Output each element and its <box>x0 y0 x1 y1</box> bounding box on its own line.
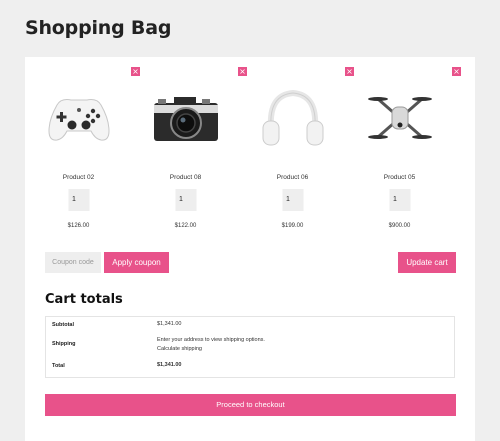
page-title: Shopping Bag <box>25 17 172 39</box>
product-card: × Product 02 1 $126.00 <box>25 57 140 237</box>
shipping-text: Enter your address to view shipping opti… <box>157 337 265 343</box>
quantity-input[interactable]: 1 <box>282 189 303 211</box>
game-controller-icon <box>47 99 110 141</box>
product-price: $122.00 <box>174 223 197 229</box>
quantity-input[interactable]: 1 <box>68 189 89 211</box>
total-value: $1,341.00 <box>157 362 182 368</box>
subtotal-value: $1,341.00 <box>157 321 182 327</box>
remove-item-button[interactable]: × <box>452 67 461 76</box>
shipping-label: Shipping <box>52 341 76 347</box>
calculate-shipping-link[interactable]: Calculate shipping <box>157 345 202 354</box>
product-name[interactable]: Product 06 <box>239 174 346 181</box>
product-price: $199.00 <box>281 223 304 229</box>
cart-card: × Product 02 1 $126.00 × Product 08 1 $1… <box>25 57 475 441</box>
quantity-input[interactable]: 1 <box>175 189 196 211</box>
coupon-code-input[interactable]: Coupon code <box>45 252 101 273</box>
total-label: Total <box>52 363 65 369</box>
quantity-input[interactable]: 1 <box>389 189 410 211</box>
product-price: $900.00 <box>388 223 411 229</box>
product-price: $126.00 <box>67 223 90 229</box>
product-name[interactable]: Product 02 <box>25 174 132 181</box>
drone-icon <box>367 97 432 139</box>
product-card: × Product 05 1 $900.00 <box>346 57 461 237</box>
product-name[interactable]: Product 05 <box>346 174 453 181</box>
proceed-to-checkout-button[interactable]: Proceed to checkout <box>45 394 456 416</box>
product-card: × Product 08 1 $122.00 <box>132 57 247 237</box>
cart-totals-title: Cart totals <box>45 292 123 307</box>
product-name[interactable]: Product 08 <box>132 174 239 181</box>
cart-totals-table: Subtotal $1,341.00 Shipping Enter your a… <box>45 316 455 378</box>
apply-coupon-button[interactable]: Apply coupon <box>104 252 169 273</box>
camera-icon <box>153 97 218 141</box>
product-card: × Product 06 1 $199.00 <box>239 57 354 237</box>
headphones-icon <box>262 89 323 146</box>
subtotal-label: Subtotal <box>52 322 74 328</box>
update-cart-button[interactable]: Update cart <box>398 252 456 273</box>
